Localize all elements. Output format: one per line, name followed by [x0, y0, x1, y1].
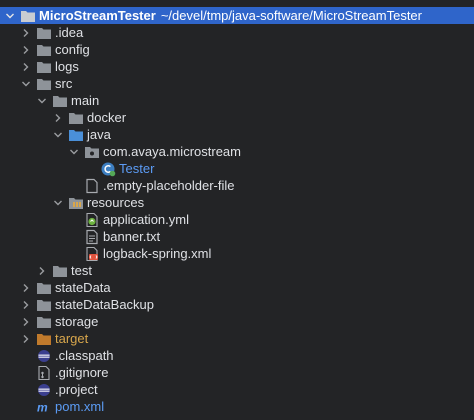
- tree-row-resources[interactable]: resources: [0, 194, 474, 211]
- chevron-down-icon[interactable]: [20, 75, 32, 92]
- source-folder-icon: [68, 127, 84, 143]
- tree-row-statedata[interactable]: stateData: [0, 279, 474, 296]
- tree-row-logs[interactable]: logs: [0, 58, 474, 75]
- file-icon: [84, 178, 100, 194]
- resources-folder-icon: [68, 195, 84, 211]
- tree-row-tester[interactable]: Tester: [0, 160, 474, 177]
- tree-label: src: [55, 76, 73, 91]
- chevron-down-icon[interactable]: [4, 7, 16, 24]
- tree-label: com.avaya.microstream: [103, 144, 241, 159]
- tree-row-pom[interactable]: m pom.xml: [0, 398, 474, 415]
- xml-file-icon: [84, 246, 100, 262]
- tree-row-main[interactable]: main: [0, 92, 474, 109]
- maven-file-icon: m: [36, 399, 52, 415]
- tree-label: .empty-placeholder-file: [103, 178, 235, 193]
- project-tree: MicroStreamTester ~/devel/tmp/java-softw…: [0, 0, 474, 420]
- folder-icon: [52, 93, 68, 109]
- folder-icon: [36, 42, 52, 58]
- folder-icon: [36, 280, 52, 296]
- tree-row-empty-placeholder[interactable]: .empty-placeholder-file: [0, 177, 474, 194]
- chevron-right-icon[interactable]: [52, 109, 64, 126]
- chevron-down-icon[interactable]: [52, 126, 64, 143]
- tree-row-statedatabackup[interactable]: stateDataBackup: [0, 296, 474, 313]
- chevron-right-icon[interactable]: [20, 330, 32, 347]
- chevron-down-icon[interactable]: [68, 143, 80, 160]
- tree-row-gitignore[interactable]: .gitignore: [0, 364, 474, 381]
- tree-label: java: [87, 127, 111, 142]
- tree-label: config: [55, 42, 90, 57]
- tree-row-project-file[interactable]: .project: [0, 381, 474, 398]
- tree-label: logs: [55, 59, 79, 74]
- tree-row-src[interactable]: src: [0, 75, 474, 92]
- spring-config-icon: [84, 212, 100, 228]
- chevron-right-icon[interactable]: [20, 58, 32, 75]
- chevron-right-icon[interactable]: [20, 24, 32, 41]
- folder-icon: [36, 59, 52, 75]
- tree-label: pom.xml: [55, 399, 105, 414]
- project-name: MicroStreamTester: [39, 8, 156, 23]
- chevron-right-icon[interactable]: [20, 296, 32, 313]
- tree-label: test: [71, 263, 92, 278]
- eclipse-file-icon: [36, 382, 52, 398]
- folder-icon: [36, 25, 52, 41]
- tree-label: main: [71, 93, 100, 108]
- tree-row-config[interactable]: config: [0, 41, 474, 58]
- tree-row-package[interactable]: com.avaya.microstream: [0, 143, 474, 160]
- tree-row-logback-xml[interactable]: logback-spring.xml: [0, 245, 474, 262]
- tree-row-banner-txt[interactable]: banner.txt: [0, 228, 474, 245]
- folder-icon: [36, 76, 52, 92]
- tree-label: banner.txt: [103, 229, 161, 244]
- tree-label: .project: [55, 382, 98, 397]
- chevron-right-icon[interactable]: [36, 262, 48, 279]
- package-icon: [84, 144, 100, 160]
- tree-row-idea[interactable]: .idea: [0, 24, 474, 41]
- svg-text:m: m: [37, 400, 48, 414]
- tree-label: stateData: [55, 280, 111, 295]
- tree-label: storage: [55, 314, 99, 329]
- folder-icon: [20, 8, 36, 24]
- folder-icon: [52, 263, 68, 279]
- tree-label: target: [55, 331, 89, 346]
- tree-row-java[interactable]: java: [0, 126, 474, 143]
- tree-label: application.yml: [103, 212, 189, 227]
- chevron-down-icon[interactable]: [36, 92, 48, 109]
- excluded-folder-icon: [36, 331, 52, 347]
- tree-label: .gitignore: [55, 365, 109, 380]
- chevron-right-icon[interactable]: [20, 279, 32, 296]
- tree-label: .classpath: [55, 348, 114, 363]
- chevron-right-icon[interactable]: [20, 313, 32, 330]
- tree-row-storage[interactable]: storage: [0, 313, 474, 330]
- tree-label: stateDataBackup: [55, 297, 155, 312]
- tree-row-target[interactable]: target: [0, 330, 474, 347]
- folder-icon: [68, 110, 84, 126]
- text-file-icon: [84, 229, 100, 245]
- tree-row-classpath[interactable]: .classpath: [0, 347, 474, 364]
- tree-row-docker[interactable]: docker: [0, 109, 474, 126]
- chevron-down-icon[interactable]: [52, 194, 64, 211]
- tree-label: docker: [87, 110, 127, 125]
- folder-icon: [36, 314, 52, 330]
- tree-row-project-root[interactable]: MicroStreamTester ~/devel/tmp/java-softw…: [0, 7, 474, 24]
- tree-label: Tester: [119, 161, 155, 176]
- git-file-icon: [36, 365, 52, 381]
- chevron-right-icon[interactable]: [20, 41, 32, 58]
- project-path: ~/devel/tmp/java-software/MicroStreamTes…: [160, 8, 422, 23]
- tree-row-application-yml[interactable]: application.yml: [0, 211, 474, 228]
- tree-row-test[interactable]: test: [0, 262, 474, 279]
- folder-icon: [36, 297, 52, 313]
- tree-label: logback-spring.xml: [103, 246, 212, 261]
- tree-label: resources: [87, 195, 145, 210]
- tree-label: .idea: [55, 25, 84, 40]
- eclipse-file-icon: [36, 348, 52, 364]
- class-icon: [100, 161, 116, 177]
